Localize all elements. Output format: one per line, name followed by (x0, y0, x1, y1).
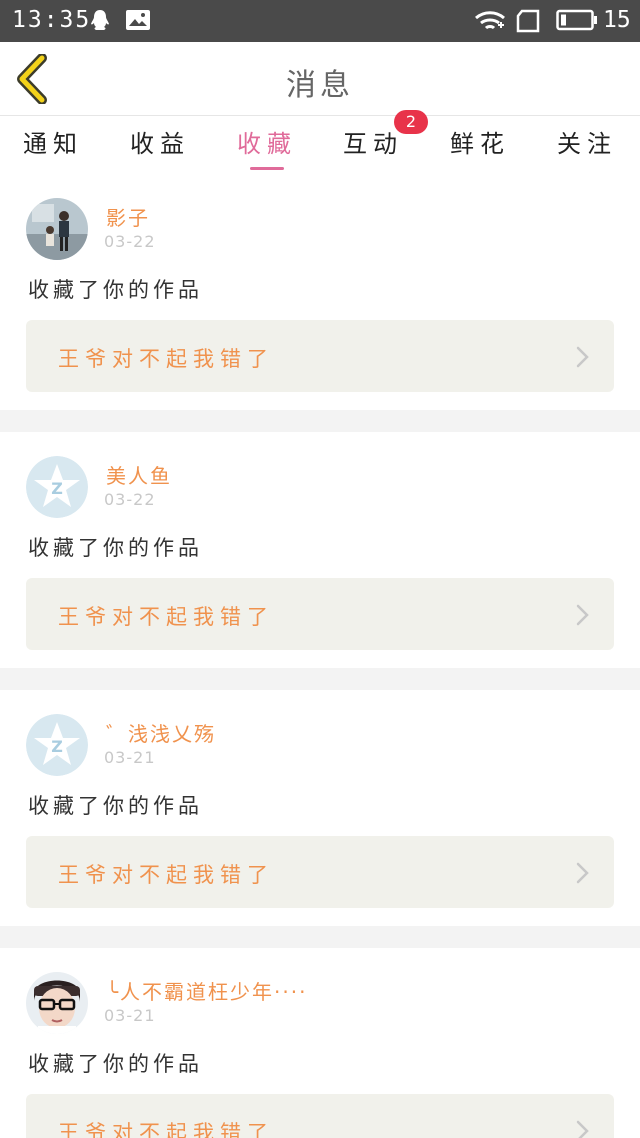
default-avatar-icon[interactable]: Z (26, 714, 88, 776)
work-link[interactable]: 王爷对不起我错了 (26, 1094, 614, 1138)
tab-label: 收藏 (237, 130, 297, 158)
action-text: 收藏了你的作品 (28, 1052, 203, 1076)
tab-label: 关注 (557, 130, 617, 158)
page-title: 消息 (286, 68, 354, 103)
work-link[interactable]: 王爷对不起我错了 (26, 578, 614, 650)
divider (0, 410, 640, 432)
sim-icon (516, 9, 540, 33)
qq-icon (91, 10, 109, 30)
tab-label: 鲜花 (450, 130, 510, 158)
battery-icon (556, 9, 597, 31)
user-name[interactable]: ゛浅浅乂殇 (106, 718, 216, 747)
chevron-right-icon (576, 1120, 589, 1138)
active-tab-indicator (250, 167, 284, 170)
timestamp: 03-22 (104, 490, 156, 509)
work-link[interactable]: 王爷对不起我错了 (26, 836, 614, 908)
timestamp: 03-21 (104, 748, 156, 767)
tab-label: 通知 (23, 130, 83, 158)
tab-favorites[interactable]: 收藏 (222, 124, 312, 170)
message-list: 影子 03-22 收藏了你的作品 王爷对不起我错了 Z 美人鱼 03-22 收藏… (0, 174, 640, 1138)
work-title: 王爷对不起我错了 (58, 605, 274, 629)
status-bar: 13:35 15 (0, 0, 640, 42)
work-link[interactable]: 王爷对不起我错了 (26, 320, 614, 392)
chevron-right-icon (576, 604, 589, 626)
user-name[interactable]: 影子 (106, 202, 150, 231)
wifi-icon (475, 11, 505, 30)
work-title: 王爷对不起我错了 (58, 1121, 274, 1138)
image-icon (126, 10, 150, 30)
work-title: 王爷对不起我错了 (58, 347, 274, 371)
interaction-badge: 2 (394, 110, 428, 134)
action-text: 收藏了你的作品 (28, 794, 203, 818)
chevron-right-icon (576, 862, 589, 884)
divider (0, 926, 640, 948)
user-name[interactable]: ╰人不霸道枉少年···· (106, 976, 307, 1005)
avatar[interactable] (26, 972, 88, 1034)
list-item: Z 美人鱼 03-22 收藏了你的作品 王爷对不起我错了 (0, 432, 640, 668)
list-item: Z ゛浅浅乂殇 03-21 收藏了你的作品 王爷对不起我错了 (0, 690, 640, 926)
divider (0, 668, 640, 690)
svg-text:Z: Z (51, 479, 63, 498)
tab-following[interactable]: 关注 (542, 124, 632, 170)
timestamp: 03-21 (104, 1006, 156, 1025)
action-text: 收藏了你的作品 (28, 278, 203, 302)
tab-label: 互动 (343, 130, 403, 158)
list-item: ╰人不霸道枉少年···· 03-21 收藏了你的作品 王爷对不起我错了 (0, 948, 640, 1138)
list-item: 影子 03-22 收藏了你的作品 王爷对不起我错了 (0, 174, 640, 410)
user-name[interactable]: 美人鱼 (106, 460, 172, 489)
status-time: 13:35 (12, 7, 92, 33)
tab-notifications[interactable]: 通知 (8, 124, 98, 170)
tab-earnings[interactable]: 收益 (115, 124, 205, 170)
battery-level: 15 (603, 7, 631, 33)
timestamp: 03-22 (104, 232, 156, 251)
action-text: 收藏了你的作品 (28, 536, 203, 560)
svg-text:Z: Z (51, 737, 63, 756)
tab-flowers[interactable]: 鲜花 (435, 124, 525, 170)
tab-bar: 通知 收益 收藏 互动 鲜花 关注 (0, 116, 640, 174)
work-title: 王爷对不起我错了 (58, 863, 274, 887)
chevron-right-icon (576, 346, 589, 368)
avatar[interactable] (26, 198, 88, 260)
tab-label: 收益 (130, 130, 190, 158)
header: 消息 (0, 42, 640, 116)
default-avatar-icon[interactable]: Z (26, 456, 88, 518)
